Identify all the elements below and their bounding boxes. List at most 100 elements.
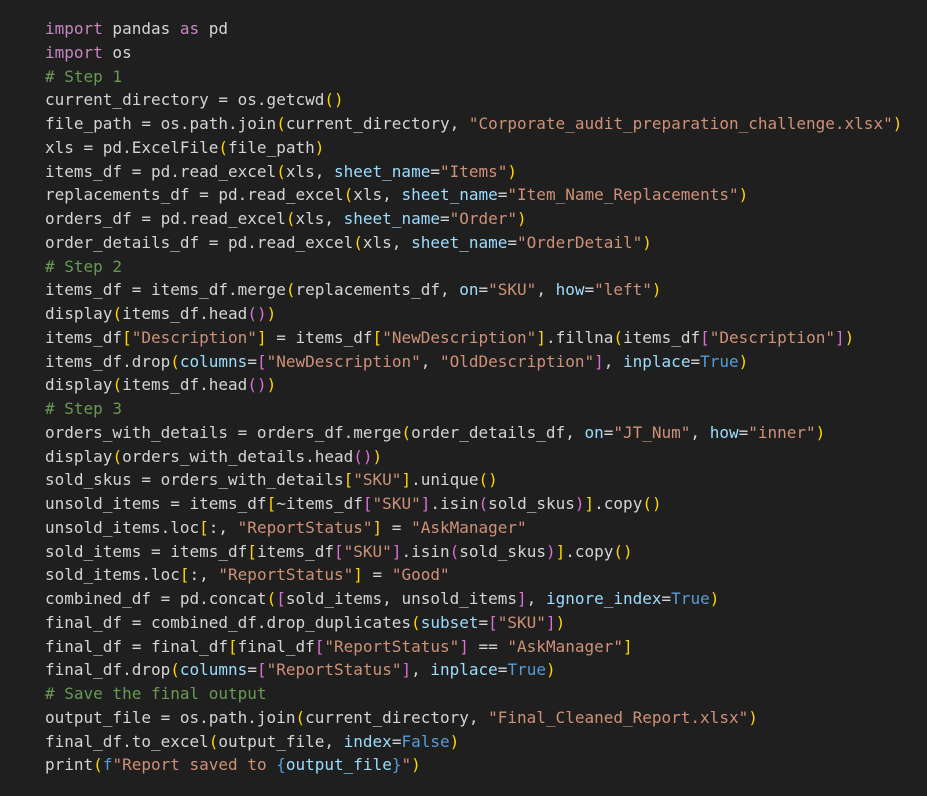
code-line[interactable]: items_df = pd.read_excel(xls, sheet_name… (45, 160, 902, 184)
code-token-string: "NewDescription" (382, 327, 537, 347)
code-token-name: = (362, 565, 392, 585)
code-token-name: combined_df = pd.concat (45, 589, 267, 608)
code-token-name: display (45, 375, 113, 395)
code-line[interactable]: unsold_items.loc[:, "ReportStatus"] = "A… (45, 516, 902, 540)
code-token-name: :, (208, 517, 238, 537)
code-token-paren1: ] (353, 565, 363, 585)
code-line[interactable]: final_df.to_excel(output_file, index=Fal… (45, 730, 902, 754)
code-line[interactable]: # Step 2 (45, 255, 902, 279)
code-line[interactable]: output_file = os.path.join(current_direc… (45, 706, 902, 730)
code-line[interactable]: final_df = final_df[final_df["ReportStat… (45, 635, 902, 659)
code-token-paren1: ] (555, 541, 566, 561)
code-token-paren1: () (642, 494, 662, 513)
code-line[interactable]: current_directory = os.getcwd() (45, 88, 902, 112)
code-token-string: "SKU" (497, 612, 546, 632)
code-token-name: current_directory, (285, 114, 469, 133)
code-token-name: orders_with_details = orders_df.merge (45, 422, 402, 442)
code-token-name: pd (199, 19, 229, 38)
code-token-paren1: ) (266, 375, 277, 395)
code-token-paren1: () (613, 541, 633, 561)
code-token-paren2: ) (545, 541, 556, 561)
code-token-name: = (497, 185, 508, 205)
code-token-name: , (603, 351, 624, 371)
code-token-comment: # Save the final output (45, 684, 267, 703)
code-token-string: "ReportStatus" (218, 565, 354, 585)
code-token-name: = (247, 660, 257, 680)
code-line[interactable]: xls = pd.ExcelFile(file_path) (45, 136, 902, 160)
code-token-name: sold_skus (459, 541, 546, 561)
code-token-paren1: ) (738, 185, 749, 205)
code-line[interactable]: # Step 1 (45, 65, 902, 89)
code-line[interactable]: print(f"Report saved to {output_file}") (45, 753, 902, 777)
code-line[interactable]: import os (45, 41, 902, 65)
code-line[interactable]: replacements_df = pd.read_excel(xls, she… (45, 183, 902, 207)
code-line[interactable]: order_details_df = pd.read_excel(xls, sh… (45, 231, 902, 255)
code-token-name: = (738, 422, 749, 442)
code-token-name: = items_df (266, 327, 373, 347)
code-token-name: , (536, 280, 556, 300)
code-line[interactable]: unsold_items = items_df[~items_df["SKU"]… (45, 492, 902, 516)
code-token-param: subset (420, 612, 479, 632)
code-token-name: final_df = final_df (45, 636, 229, 656)
code-token-paren1: ] (372, 517, 383, 537)
code-token-param: inplace (430, 660, 498, 680)
code-token-paren2: ] (517, 589, 527, 608)
code-token-paren1: ( (276, 114, 286, 133)
code-token-paren1: ) (555, 612, 566, 632)
code-line[interactable]: import pandas as pd (45, 17, 902, 41)
code-token-name: final_df = combined_df.drop_duplicates (45, 612, 412, 632)
code-line[interactable]: display(items_df.head()) (45, 302, 902, 326)
code-token-name: items_df.head (122, 375, 248, 395)
code-token-paren2: [ (334, 541, 344, 561)
code-token-paren1: ( (411, 612, 421, 632)
code-token-name: sold_items.loc (45, 565, 180, 585)
code-token-paren2: [ (314, 636, 325, 656)
code-token-name: = (247, 351, 257, 371)
code-line[interactable]: items_df = items_df.merge(replacements_d… (45, 278, 902, 302)
code-line[interactable]: orders_with_details = orders_df.merge(or… (45, 421, 902, 445)
code-token-string: "OrderDetail" (517, 232, 643, 252)
code-token-name: .isin (401, 541, 450, 561)
code-line[interactable]: items_df.drop(columns=["NewDescription",… (45, 350, 902, 374)
code-token-paren1: () (478, 470, 498, 490)
code-block[interactable]: import pandas as pd import os # Step 1 curr… (45, 17, 902, 777)
code-token-paren1: [ (179, 565, 190, 585)
code-token-paren1: ( (93, 755, 103, 775)
code-token-string: "ReportStatus" (324, 636, 460, 656)
code-token-paren1: ) (709, 589, 720, 608)
code-token-name: = (478, 612, 489, 632)
code-line[interactable]: # Save the final output (45, 682, 902, 706)
code-token-paren1: ) (411, 755, 421, 775)
code-line[interactable]: sold_items.loc[:, "ReportStatus"] = "Goo… (45, 563, 902, 587)
code-token-paren1: ( (112, 375, 123, 395)
code-line[interactable]: combined_df = pd.concat([sold_items, uns… (45, 587, 902, 611)
code-line[interactable]: sold_items = items_df[items_df["SKU"].is… (45, 540, 902, 564)
code-line[interactable]: items_df["Description"] = items_df["NewD… (45, 326, 902, 350)
code-token-name: items_df = pd.read_excel (45, 161, 277, 181)
code-line[interactable]: file_path = os.path.join(current_directo… (45, 112, 902, 136)
code-token-name: order_details_df, (411, 422, 585, 442)
code-token-paren1: ] (256, 327, 267, 347)
code-token-paren1: [ (266, 494, 277, 513)
code-token-param: columns (179, 351, 248, 371)
code-token-string: "ReportStatus" (237, 517, 373, 537)
code-token-paren2: ) (574, 494, 585, 513)
code-token-name: = (478, 280, 489, 300)
code-line[interactable]: final_df.drop(columns=["ReportStatus"], … (45, 658, 902, 682)
code-token-paren1: ] (584, 494, 595, 513)
code-line[interactable]: final_df = combined_df.drop_duplicates(s… (45, 611, 902, 635)
code-line[interactable]: display(items_df.head()) (45, 373, 902, 397)
code-token-string: "Report saved to (112, 755, 277, 775)
code-token-name: = (439, 209, 450, 228)
code-token-name: replacements_df, (295, 280, 460, 300)
code-line[interactable]: # Step 3 (45, 397, 902, 421)
code-token-fstring: f (102, 755, 113, 775)
code-line[interactable]: orders_df = pd.read_excel(xls, sheet_nam… (45, 207, 902, 231)
code-token-name: display (45, 446, 113, 466)
code-line[interactable]: sold_skus = orders_with_details["SKU"].u… (45, 468, 902, 492)
code-token-name: output_file, (218, 731, 344, 751)
code-token-name: xls, (295, 209, 344, 228)
code-line[interactable]: display(orders_with_details.head()) (45, 445, 902, 469)
code-editor[interactable]: import pandas as pd import os # Step 1 curr… (0, 0, 927, 796)
code-token-paren1: ( (613, 327, 624, 347)
